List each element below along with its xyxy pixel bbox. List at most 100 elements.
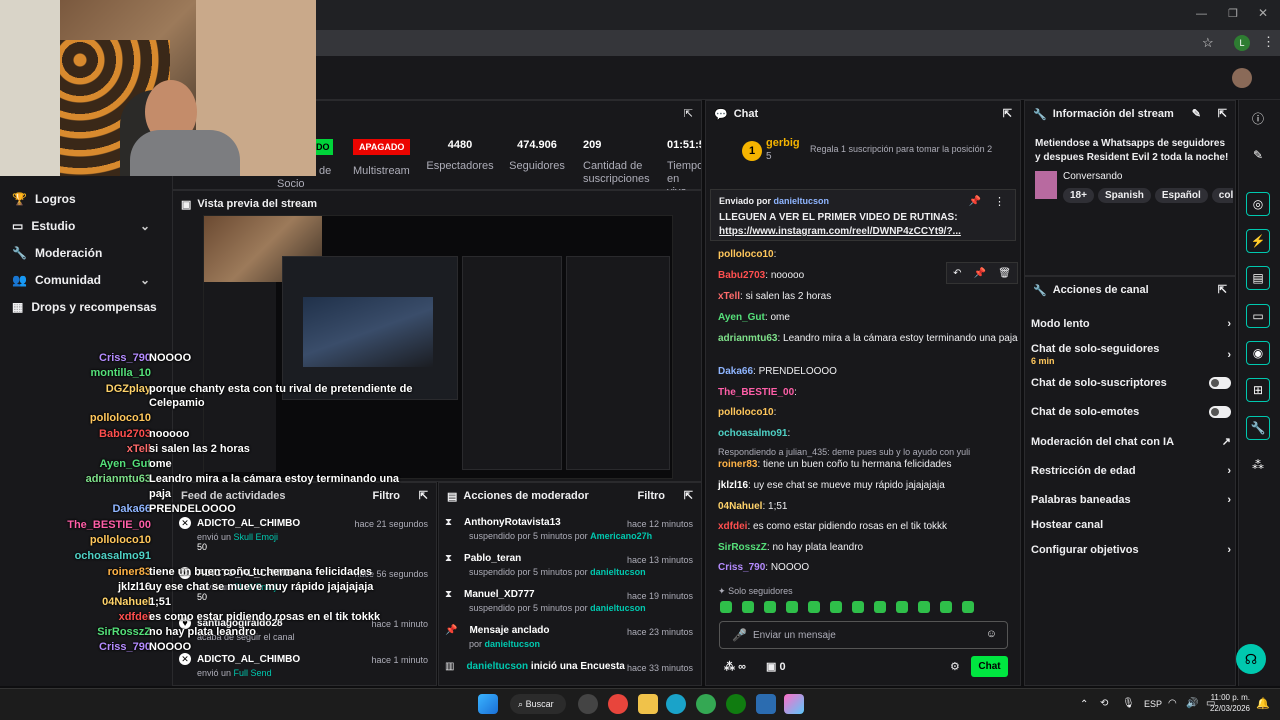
chat-message[interactable]: polloloco10: (718, 406, 1018, 419)
close-icon[interactable]: ✕ (1258, 6, 1268, 20)
start-icon[interactable] (478, 694, 498, 714)
user-avatar[interactable] (1232, 68, 1252, 88)
tools-icon[interactable]: 🔧 (1246, 416, 1270, 440)
chat-message[interactable]: Babu2703: nooooo (718, 269, 1018, 282)
photos-icon[interactable] (756, 694, 776, 714)
category-name[interactable]: Conversando (1063, 171, 1122, 182)
emote-bar[interactable] (720, 601, 1010, 615)
chat-message[interactable]: jklzl16: uy ese chat se mueve muy rápido… (718, 479, 1018, 492)
nav-estudio[interactable]: ▭ Estudio ⌄ (12, 213, 162, 239)
url-bar[interactable]: ☆ L ⋮ (316, 30, 1280, 56)
activity-item[interactable]: ✕ ADICTO_AL_CHIMBO hace 1 minuto envió un F… (179, 653, 430, 687)
activity-filter-button[interactable]: Filtro (373, 490, 401, 502)
chat-username[interactable]: SirRosszZ (718, 542, 767, 553)
tag[interactable]: color (1211, 188, 1233, 203)
emote-icon[interactable] (808, 601, 820, 613)
chat-message[interactable]: 04Nahuel: 1;51 (718, 500, 1018, 513)
slow-mode-action[interactable]: Modo lento › (1031, 318, 1231, 330)
edge-icon[interactable] (666, 694, 686, 714)
chat-username[interactable]: 04Nahuel (718, 501, 762, 512)
tag[interactable]: Español (1154, 188, 1208, 203)
clip-icon[interactable]: ◎ (1246, 192, 1270, 216)
copilot-icon[interactable] (784, 694, 804, 714)
chevron-up-icon[interactable]: ⌃ (1080, 699, 1088, 710)
pinned-link[interactable]: https://www.instagram.com/reel/DWNP4zCCY… (719, 226, 961, 237)
help-icon[interactable]: ☊ (1236, 644, 1266, 674)
subs-only-toggle[interactable] (1209, 377, 1231, 389)
gift-leaderboard[interactable]: 1 gerbig 5 Regala 1 suscripción para tom… (714, 135, 1014, 171)
activity-item[interactable]: ✕ ADICTO_AL_CHIMBO hace 21 segundos envió u… (179, 517, 430, 552)
nav-logros[interactable]: 🏆 Logros (12, 186, 76, 212)
send-chat-button[interactable]: Chat (971, 656, 1008, 677)
emote-icon[interactable] (830, 601, 842, 613)
obs-icon[interactable] (578, 694, 598, 714)
popout-icon[interactable]: ⇱ (1218, 107, 1227, 120)
minimize-icon[interactable]: — (1196, 8, 1207, 20)
more-options-icon[interactable]: ⋮ (994, 195, 1005, 208)
taskbar-search[interactable]: ⌕ Buscar (510, 694, 566, 714)
maximize-icon[interactable]: ❐ (1228, 7, 1238, 20)
nav-drops[interactable]: ▦ Drops y recompensas (12, 294, 157, 320)
subs-only-action[interactable]: Chat de solo-suscriptores (1031, 377, 1231, 389)
info-icon[interactable]: ⓘ (1246, 106, 1270, 130)
emote-icon[interactable] (720, 601, 732, 613)
popout-icon[interactable]: ⇱ (684, 107, 693, 120)
pinned-message[interactable]: Enviado por danieltucson 📌 ⋮ LLEGUEN A V… (710, 189, 1016, 241)
banned-words-action[interactable]: Palabras baneadas › (1031, 494, 1231, 506)
schedule-icon[interactable]: ▤ (1246, 266, 1270, 290)
chat-message[interactable]: ochoasalmo91: (718, 427, 1018, 440)
modaction-item[interactable]: ⧗ Manuel_XD777 hace 19 minutos suspendido p… (445, 589, 695, 623)
chat-username[interactable]: Ayen_Gut (718, 312, 765, 323)
emote-picker-icon[interactable]: ☺ (986, 628, 997, 640)
age-restriction-action[interactable]: Restricción de edad › (1031, 465, 1231, 477)
chat-message[interactable]: Daka66: PRENDELOOOO (718, 365, 1018, 378)
modaction-item[interactable]: ⧗ AnthonyRotavista13 hace 12 minutos suspen… (445, 517, 695, 551)
modactions-filter-button[interactable]: Filtro (638, 490, 666, 502)
tag[interactable]: 18+ (1063, 188, 1094, 203)
modaction-item[interactable]: 📌 Mensaje anclado hace 23 minutos por danie… (445, 625, 695, 659)
edit-icon[interactable]: ✎ (1192, 107, 1201, 120)
edit-icon[interactable]: ✎ (1246, 143, 1270, 167)
chat-username[interactable]: Daka66 (718, 366, 753, 377)
emote-icon[interactable] (940, 601, 952, 613)
chat-username[interactable]: xTell (718, 291, 740, 302)
chat-message[interactable]: polloloco10: (718, 248, 1018, 261)
followers-only-action[interactable]: Chat de solo-seguidores 6 min › (1031, 343, 1231, 367)
chrome-alt-icon[interactable] (696, 694, 716, 714)
emote-only-toggle[interactable] (1209, 406, 1231, 418)
chrome-icon[interactable] (608, 694, 628, 714)
chat-message[interactable]: The_BESTIE_00: (718, 386, 1018, 399)
language-indicator[interactable]: ESP (1144, 699, 1162, 709)
chat-message[interactable]: Ayen_Gut: ome (718, 311, 1018, 324)
wifi-icon[interactable]: ◠ (1168, 698, 1177, 709)
chat-message[interactable]: roiner83: tiene un buen coño tu hermana … (718, 458, 1018, 471)
broadcast-icon[interactable]: ◉ (1246, 341, 1270, 365)
emote-icon[interactable] (786, 601, 798, 613)
bookmark-star-icon[interactable]: ☆ (1202, 35, 1214, 51)
xbox-icon[interactable] (726, 694, 746, 714)
goals-action[interactable]: Configurar objetivos › (1031, 544, 1231, 556)
emote-icon[interactable] (852, 601, 864, 613)
pin-icon[interactable]: 📌 (969, 196, 981, 207)
tag[interactable]: Spanish (1097, 188, 1151, 203)
clock[interactable]: 11:00 p. m. 22/03/2026 (1200, 692, 1250, 714)
chat-message[interactable]: xdfdei: es como estar pidiendo rosas en … (718, 520, 1018, 533)
emote-icon[interactable] (896, 601, 908, 613)
popout-icon[interactable]: ⇱ (1003, 107, 1012, 120)
raid-icon[interactable]: ⊞ (1246, 378, 1270, 402)
channel-points[interactable]: ⁂ ∞ (724, 660, 746, 673)
emote-icon[interactable] (764, 601, 776, 613)
chat-settings-icon[interactable]: ▭ (1246, 304, 1270, 328)
ai-moderation-action[interactable]: Moderación del chat con IA ↗ (1031, 435, 1231, 449)
emote-icon[interactable] (874, 601, 886, 613)
chat-username[interactable]: The_BESTIE_00 (718, 387, 794, 398)
modaction-item[interactable]: ⧗ Pablo_teran hace 13 minutos suspendido po… (445, 553, 695, 587)
points-icon[interactable]: ⁂ (1246, 453, 1270, 477)
chat-message[interactable]: SirRosszZ: no hay plata leandro (718, 541, 1018, 554)
chat-message[interactable]: adrianmtu63: Leandro mira a la cámara es… (718, 332, 1018, 345)
file-explorer-icon[interactable] (638, 694, 658, 714)
chat-username[interactable]: Babu2703 (718, 270, 765, 281)
chat-username[interactable]: adrianmtu63 (718, 333, 777, 344)
chat-input[interactable]: 🎤 Enviar un mensaje ☺ (719, 621, 1008, 649)
nav-moderacion[interactable]: 🔧 Moderación (12, 240, 102, 266)
